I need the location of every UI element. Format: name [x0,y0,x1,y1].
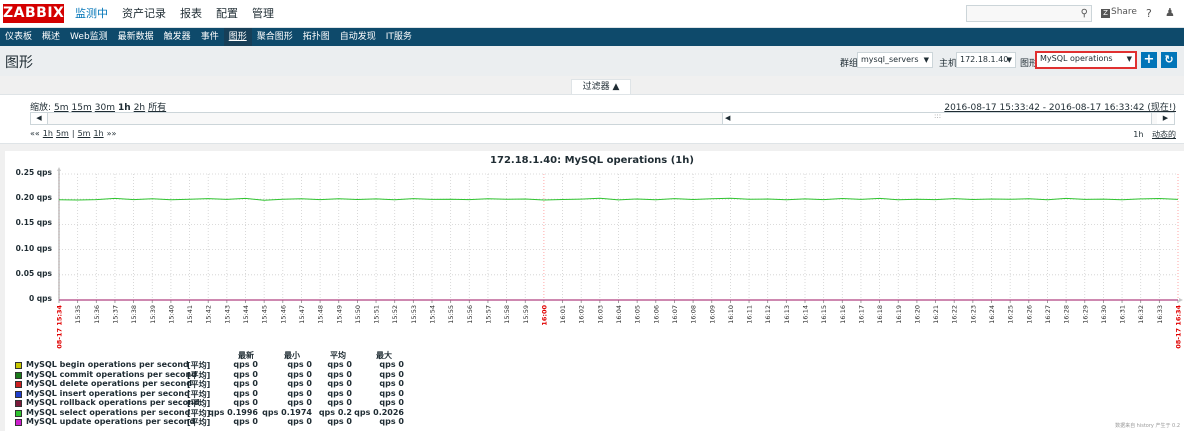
x-tick-label: 16:13 [783,305,791,324]
x-tick-label: 16:11 [746,305,754,324]
y-axis-arrow [57,167,61,171]
x-tick-label: 15:36 [93,305,101,324]
x-tick-label: 16:15 [820,305,828,324]
x-tick-label: 16:28 [1063,305,1071,324]
x-tick-label: 15:44 [242,305,250,324]
x-tick-label: 16:12 [764,305,772,324]
x-tick-label: 15:59 [522,305,530,324]
x-tick-label: 15:51 [373,305,381,324]
legend-swatch [15,362,22,369]
x-tick-label: 16:07 [671,305,679,324]
x-tick-label: 15:53 [410,305,418,324]
x-tick-label: 15:58 [503,305,511,324]
x-tick-label: 16:29 [1081,305,1089,324]
x-tick-label: 16:22 [951,305,959,324]
x-tick-label: 16:01 [559,305,567,324]
x-tick-label: 16:27 [1044,305,1052,324]
x-tick-label: 15:38 [130,305,138,324]
x-tick-label: 16:09 [708,305,716,324]
x-tick-label: 16:00 [540,305,548,326]
x-tick-label: 15:49 [335,305,343,324]
legend-function: [平均] [187,418,211,427]
legend-series-name: MySQL delete operations per second [26,379,193,388]
legend-series-name: MySQL insert operations per second [26,388,190,398]
x-tick-label: 15:35 [74,305,82,324]
x-tick-label: 16:24 [988,305,996,324]
x-tick-label: 16:21 [932,305,940,324]
x-tick-label: 15:55 [447,305,455,324]
x-tick-label: 15:41 [186,305,194,324]
x-tick-label: 16:20 [913,305,921,324]
x-tick-label: 15:47 [298,305,306,324]
x-tick-label: 15:54 [429,305,437,324]
legend-swatch [15,381,22,388]
x-tick-label: 15:52 [391,305,399,324]
x-tick-label: 16:30 [1100,305,1108,324]
x-tick-label: 16:33 [1156,305,1164,324]
x-tick-label: 16:18 [876,305,884,324]
x-tick-label: 16:31 [1119,305,1127,324]
x-tick-label: 08-17 16:34 [1175,305,1183,349]
y-tick-label: 0.25 qps [15,168,52,177]
x-tick-label: 15:45 [261,305,269,324]
x-tick-label: 15:37 [111,305,119,324]
x-tick-label: 15:48 [317,305,325,324]
x-tick-label: 16:02 [578,305,586,324]
x-tick-label: 15:39 [149,305,157,324]
x-tick-label: 16:14 [802,305,810,324]
legend-series-name: MySQL begin operations per second [26,360,189,369]
x-tick-label: 15:42 [205,305,213,324]
x-tick-label: 16:26 [1025,305,1033,324]
legend-swatch [15,390,22,398]
legend-swatch [15,371,22,379]
x-tick-label: 16:06 [652,305,660,324]
x-tick-label: 16:25 [1007,305,1015,324]
y-tick-label: 0 qps [28,294,52,303]
y-tick-label: 0.05 qps [15,268,52,278]
legend-series-name: MySQL commit operations per second [26,369,197,379]
x-axis-arrow [1179,298,1183,302]
footer-note: 数据来自 history 产生于 0.2 [1115,423,1180,429]
y-tick-label: 0.20 qps [15,193,52,203]
x-tick-label: 15:43 [223,305,231,324]
x-tick-label: 16:23 [969,305,977,324]
legend-swatch [15,409,22,417]
x-tick-label: 15:46 [279,305,287,324]
y-tick-label: 0.15 qps [15,218,52,228]
x-tick-label: 16:08 [690,305,698,324]
x-tick-label: 16:10 [727,305,735,324]
y-tick-label: 0.10 qps [15,243,52,253]
x-tick-label: 16:04 [615,305,623,324]
x-tick-label: 15:50 [354,305,362,324]
x-tick-label: 16:32 [1137,305,1145,324]
x-tick-label: 16:17 [857,305,865,324]
legend-series-name: MySQL select operations per second [26,407,191,417]
x-tick-label: 16:19 [895,305,903,324]
x-tick-label: 15:56 [466,305,474,324]
x-tick-label: 15:57 [484,305,492,324]
x-tick-label: 15:40 [167,305,175,324]
legend-series-name: MySQL rollback operations per second [26,398,200,407]
x-tick-label: 16:05 [634,305,642,324]
x-tick-label: 08-17 15:34 [56,305,64,349]
x-tick-label: 16:03 [596,305,604,324]
legend-swatch [15,419,22,426]
legend-series-name: MySQL update operations per second [26,417,196,426]
x-tick-label: 16:16 [839,305,847,324]
legend-swatch [15,400,22,407]
